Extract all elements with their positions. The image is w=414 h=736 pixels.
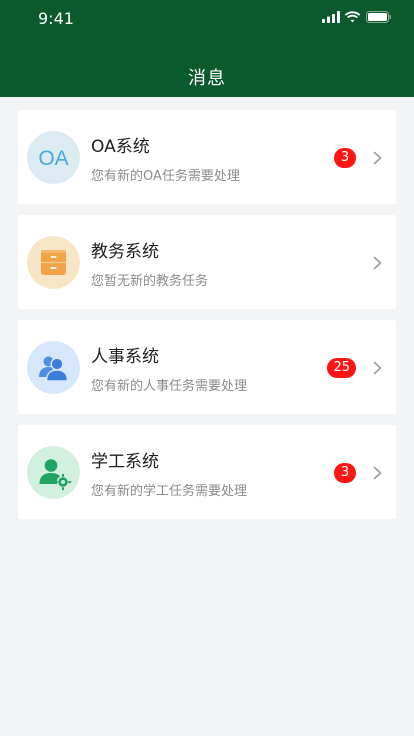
chevron-right-icon [373, 361, 382, 375]
message-title: 人事系统 [91, 347, 159, 367]
chevron-right-icon [373, 256, 382, 270]
hr-avatar [27, 341, 80, 394]
signal-icon [322, 11, 340, 23]
svg-text:OA: OA [38, 147, 68, 170]
message-subtitle: 您暂无新的教务任务 [91, 274, 209, 289]
chevron-right-icon [373, 466, 382, 480]
message-title: OA系统 [91, 137, 150, 157]
academic-avatar [27, 236, 80, 289]
message-item-academic[interactable]: 教务系统 您暂无新的教务任务 [18, 215, 396, 309]
message-title: 学工系统 [91, 452, 159, 472]
message-title: 教务系统 [91, 242, 159, 262]
unread-badge: 3 [334, 463, 356, 483]
message-subtitle: 您有新的学工任务需要处理 [91, 484, 248, 499]
unread-badge: 25 [327, 358, 356, 378]
status-icons [322, 11, 392, 25]
student-affairs-avatar [27, 446, 80, 499]
header-bar: 9:41 消息 [0, 0, 414, 97]
unread-badge: 3 [334, 148, 356, 168]
battery-icon [366, 11, 391, 23]
message-subtitle: 您有新的人事任务需要处理 [91, 379, 248, 394]
message-subtitle: 您有新的OA任务需要处理 [91, 169, 240, 184]
status-time: 9:41 [38, 9, 74, 28]
user-gear-icon [27, 446, 80, 499]
status-bar: 9:41 [0, 0, 414, 38]
oa-avatar: OA [27, 131, 80, 184]
chevron-right-icon [373, 151, 382, 165]
message-item-oa[interactable]: OA OA系统 您有新的OA任务需要处理 3 [18, 110, 396, 204]
message-item-hr[interactable]: 人事系统 您有新的人事任务需要处理 25 [18, 320, 396, 414]
message-item-student-affairs[interactable]: 学工系统 您有新的学工任务需要处理 3 [18, 425, 396, 519]
message-list: OA OA系统 您有新的OA任务需要处理 3 教务系统 您暂无新的教务任务 人事… [18, 110, 396, 530]
page-title: 消息 [188, 68, 226, 89]
archive-drawer-icon [27, 236, 80, 289]
oa-icon: OA [27, 131, 80, 184]
wifi-icon [344, 11, 361, 23]
people-icon [27, 341, 80, 394]
